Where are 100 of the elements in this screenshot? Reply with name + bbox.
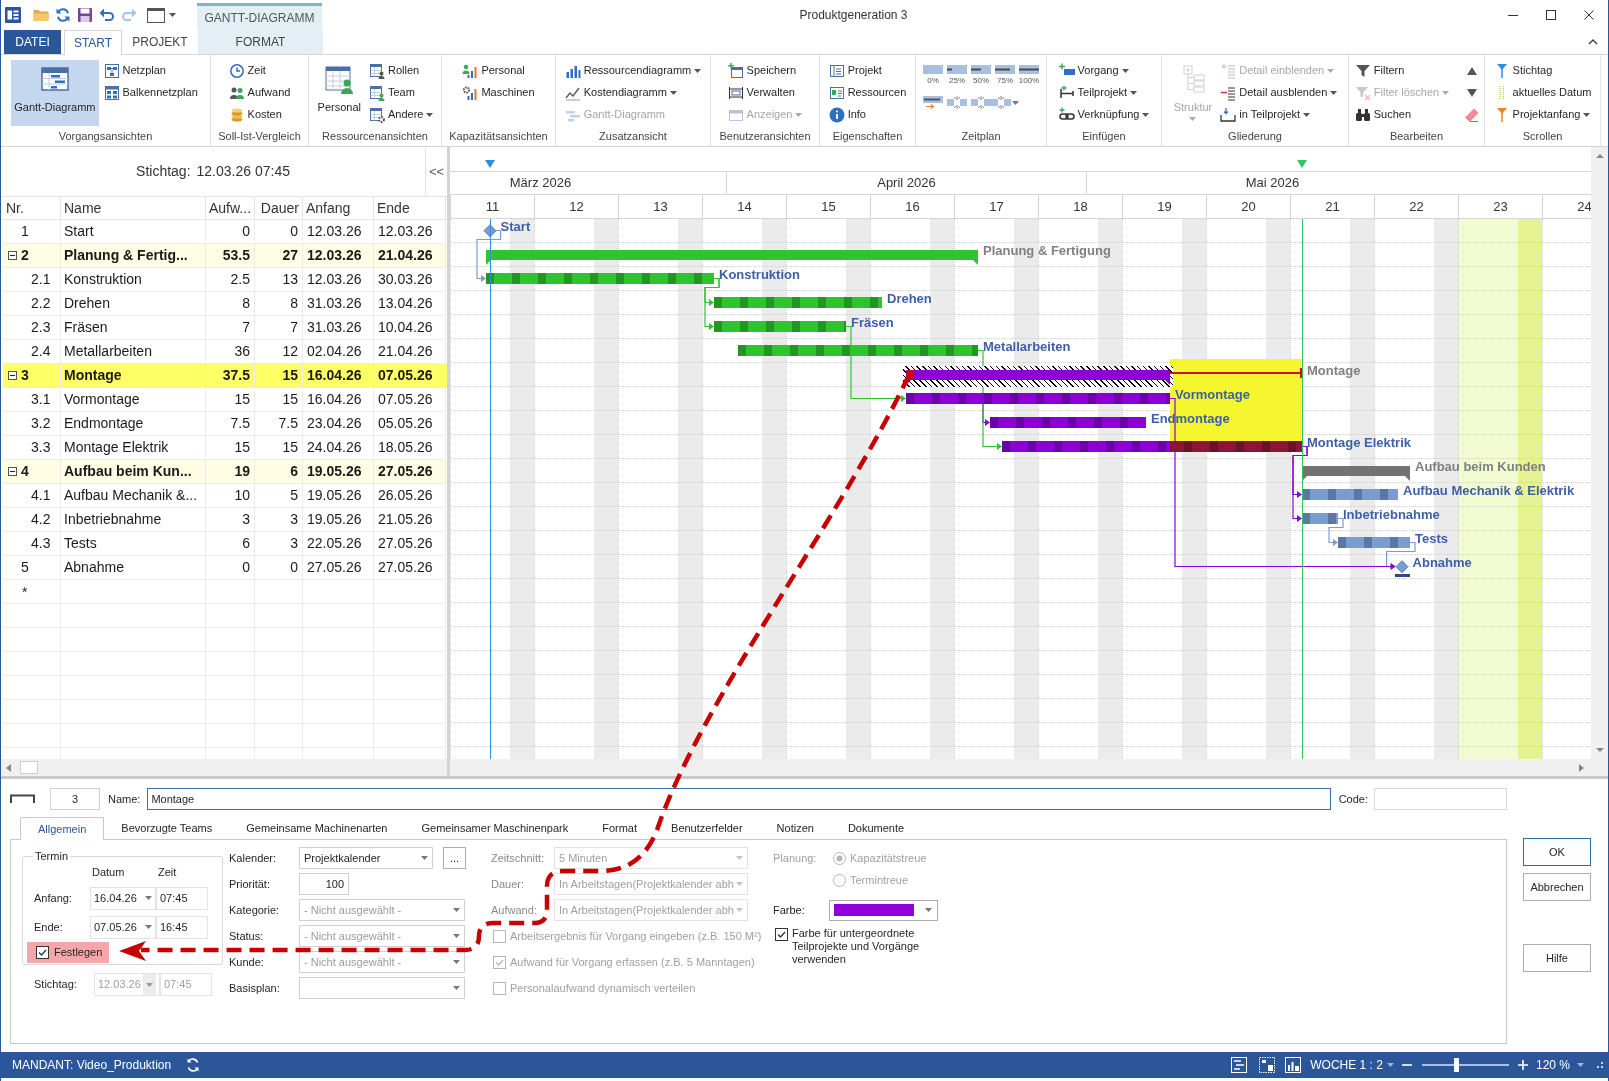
ribbon-button[interactable]: Verknüpfung xyxy=(1056,104,1152,125)
code-field[interactable] xyxy=(1374,788,1507,810)
color-dropdown[interactable] xyxy=(829,899,938,921)
ribbon-button[interactable]: Verwalten xyxy=(725,82,805,103)
ribbon-button[interactable]: Aufwand xyxy=(226,82,293,103)
form-tab[interactable]: Gemeinsame Machinenarten xyxy=(229,818,405,839)
ribbon-button[interactable]: Speichern xyxy=(725,60,805,81)
ribbon-button[interactable]: 25% xyxy=(946,65,968,85)
table-row[interactable]: 2.1 Konstruktion 2.5 13 12.03.26 30.03.26 xyxy=(3,268,447,292)
dialog-button[interactable]: OK xyxy=(1523,838,1591,866)
ribbon-button[interactable]: Projektanfang xyxy=(1491,104,1594,125)
window-layout-icon[interactable] xyxy=(147,7,165,23)
undo-icon[interactable] xyxy=(99,7,115,23)
ribbon-button[interactable]: aktuelles Datum xyxy=(1491,82,1594,103)
number-field[interactable]: 100 xyxy=(299,873,349,895)
table-row[interactable]: 5 Abnahme 0 0 27.05.26 27.05.26 xyxy=(3,556,447,580)
checkbox[interactable] xyxy=(36,945,49,959)
table-row[interactable]: 2.2 Drehen 8 8 31.03.26 13.04.26 xyxy=(3,292,447,316)
table-row[interactable]: 4.1 Aufbau Mechanik &... 10 5 19.05.26 26.05.26 xyxy=(3,484,447,508)
ribbon-button[interactable]: Ressourcendiagramm xyxy=(562,60,704,81)
collapse-icon[interactable] xyxy=(8,467,17,476)
horizontal-scrollbar[interactable] xyxy=(450,759,1591,776)
date-field[interactable]: 07.05.26 xyxy=(90,915,156,939)
refresh-icon[interactable] xyxy=(55,7,71,23)
date-field[interactable]: 16.04.26 xyxy=(90,886,156,910)
number-field[interactable]: 3 xyxy=(50,788,100,810)
form-tab[interactable]: Dokumente xyxy=(830,818,922,839)
form-tab[interactable]: Allgemein xyxy=(20,817,105,840)
ribbon-button[interactable]: Personal xyxy=(460,60,537,81)
column-header[interactable]: Name xyxy=(64,197,102,219)
form-tab[interactable]: Gemeinsamer Maschinenpark xyxy=(404,818,586,839)
table-row[interactable]: 2.3 Fräsen 7 7 31.03.26 10.04.26 xyxy=(3,316,447,340)
column-header[interactable]: Nr. xyxy=(6,197,24,219)
form-tab[interactable]: Bevorzugte Teams xyxy=(104,818,230,839)
ribbon-button[interactable]: Suchen xyxy=(1352,104,1452,125)
ribbon-button[interactable]: Info xyxy=(826,104,909,125)
table-row[interactable]: 4.3 Tests 6 3 22.05.26 27.05.26 xyxy=(3,532,447,556)
network-view-icon[interactable] xyxy=(1259,1057,1276,1073)
table-row[interactable]: 4 Aufbau beim Kun... 19 6 19.05.26 27.05.26 xyxy=(3,460,447,484)
ribbon-button[interactable]: Kosten xyxy=(226,104,293,125)
form-tab[interactable]: Notizen xyxy=(759,818,831,839)
ribbon-button[interactable]: Kostendiagramm xyxy=(562,82,704,103)
dialog-button[interactable]: Abbrechen xyxy=(1523,873,1591,901)
checkbox[interactable] xyxy=(775,928,788,941)
gantt-view-icon[interactable] xyxy=(1231,1057,1248,1073)
ribbon-button[interactable]: Projekt xyxy=(826,60,909,81)
form-tab[interactable]: Benutzerfelder xyxy=(654,818,760,839)
slider-thumb[interactable] xyxy=(1453,1058,1459,1072)
table-row[interactable]: 4.2 Inbetriebnahme 3 3 19.05.26 21.05.26 xyxy=(3,508,447,532)
ribbon-tab[interactable]: PROJEKT xyxy=(125,30,195,54)
plus-icon[interactable] xyxy=(1517,1060,1528,1070)
chart-view-icon[interactable] xyxy=(1285,1057,1302,1073)
ribbon-button[interactable]: Gantt-Diagramm xyxy=(11,60,99,126)
save-icon[interactable] xyxy=(77,7,93,23)
ribbon-button[interactable]: 100% xyxy=(1018,65,1040,85)
time-field[interactable]: 16:45 xyxy=(156,915,208,939)
table-row[interactable]: 3.3 Montage Elektrik 15 15 24.04.26 18.05.26 xyxy=(3,436,447,460)
dialog-button[interactable]: Hilfe xyxy=(1523,944,1591,972)
column-header[interactable]: Dauer xyxy=(260,197,299,219)
ribbon-tab[interactable]: FORMAT xyxy=(198,30,323,54)
ribbon-button[interactable]: Ressourcen xyxy=(826,82,909,103)
name-field[interactable]: Montage xyxy=(147,788,1331,810)
vertical-scrollbar[interactable] xyxy=(1591,147,1608,759)
ribbon-button[interactable]: Team xyxy=(366,82,436,103)
column-header[interactable]: Ende xyxy=(377,197,410,219)
ribbon-tab[interactable]: DATEI xyxy=(4,30,61,54)
ribbon-button[interactable]: Rollen xyxy=(366,60,436,81)
ribbon-button[interactable]: Balkennetzplan xyxy=(101,82,200,103)
sync-icon[interactable] xyxy=(185,1057,202,1073)
collapse-icon[interactable] xyxy=(8,251,17,260)
horizontal-scrollbar[interactable] xyxy=(1,759,447,776)
ribbon-button[interactable]: Netzplan xyxy=(101,60,200,81)
column-header[interactable]: Anfang xyxy=(306,197,351,219)
collapse-icon[interactable] xyxy=(8,371,17,380)
zoom-value[interactable]: 120 % xyxy=(1535,1056,1570,1074)
form-tab[interactable]: Format xyxy=(585,818,655,839)
ribbon-button[interactable]: Teilprojekt xyxy=(1056,82,1152,103)
ribbon-button[interactable]: Maschinen xyxy=(460,82,537,103)
ribbon-button[interactable]: Stichtag xyxy=(1491,60,1594,81)
table-row[interactable]: 3.1 Vormontage 15 15 16.04.26 07.05.26 xyxy=(3,388,447,412)
minus-icon[interactable] xyxy=(1401,1061,1412,1069)
chevron-up-icon[interactable] xyxy=(1588,38,1598,46)
ribbon-button[interactable]: Andere xyxy=(366,104,436,125)
table-row[interactable]: 2.4 Metallarbeiten 36 12 02.04.26 21.04.26 xyxy=(3,340,447,364)
ribbon-button[interactable]: Personal xyxy=(314,60,364,126)
ribbon-button[interactable]: 50% xyxy=(970,65,992,85)
scrollbar-thumb[interactable] xyxy=(20,761,38,774)
table-row[interactable]: 1 Start 0 0 12.03.26 12.03.26 xyxy=(3,220,447,244)
ribbon-button[interactable]: Detail ausblenden xyxy=(1218,82,1340,103)
new-row-marker[interactable]: * xyxy=(22,582,28,603)
table-row[interactable]: 2 Planung & Fertig... 53.5 27 12.03.26 21.04.26 xyxy=(3,244,447,268)
ellipsis-button[interactable]: ... xyxy=(443,847,466,869)
table-row[interactable]: 3.2 Endmontage 7.5 7.5 23.04.26 05.05.26 xyxy=(3,412,447,436)
scale-mode-label[interactable]: WOCHE 1 : 2 xyxy=(1310,1056,1383,1074)
column-header[interactable]: Aufw... xyxy=(209,197,252,219)
ribbon-button[interactable]: in Teilprojekt xyxy=(1218,104,1340,125)
ribbon-button[interactable]: Zeit xyxy=(226,60,293,81)
ribbon-tab[interactable]: START xyxy=(64,30,122,55)
table-row[interactable]: 3 Montage 37.5 15 16.04.26 07.05.26 xyxy=(3,364,447,388)
ribbon-button[interactable]: Vorgang xyxy=(1056,60,1152,81)
